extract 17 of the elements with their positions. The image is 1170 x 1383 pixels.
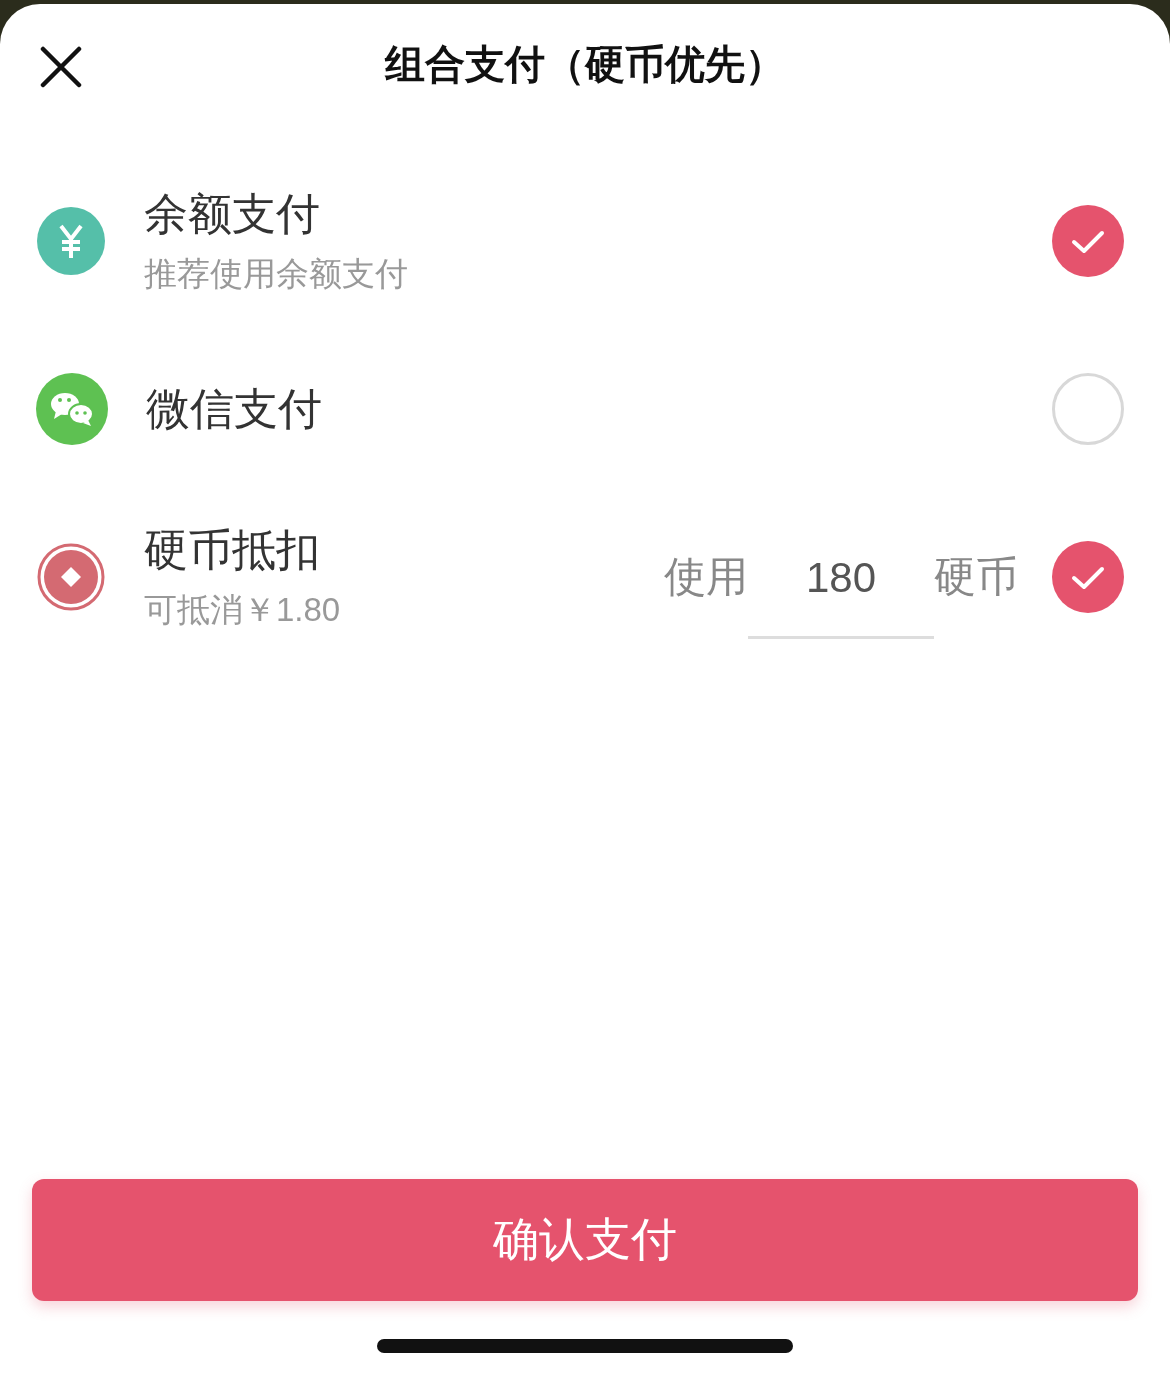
yen-icon xyxy=(36,206,106,276)
confirm-button[interactable]: 确认支付 xyxy=(32,1179,1138,1301)
sheet-title: 组合支付（硬币优先） xyxy=(385,40,785,88)
method-title: 余额支付 xyxy=(144,188,321,240)
method-subtitle: 可抵消￥1.80 xyxy=(144,590,342,630)
coin-icon xyxy=(36,542,106,612)
amount-prefix: 使用 xyxy=(664,552,748,602)
method-subtitle: 推荐使用余额支付 xyxy=(144,254,409,294)
unchecked-circle[interactable] xyxy=(1052,373,1124,445)
method-title: 硬币抵扣 xyxy=(144,524,321,576)
checked-circle[interactable] xyxy=(1052,541,1124,613)
checked-circle[interactable] xyxy=(1052,205,1124,277)
amount-suffix: 硬币 xyxy=(934,552,1018,602)
chat-bubbles-icon xyxy=(36,373,108,445)
coin-amount-field[interactable]: 180 xyxy=(748,543,934,639)
close-icon[interactable] xyxy=(40,46,82,88)
method-title: 微信支付 xyxy=(146,383,323,435)
